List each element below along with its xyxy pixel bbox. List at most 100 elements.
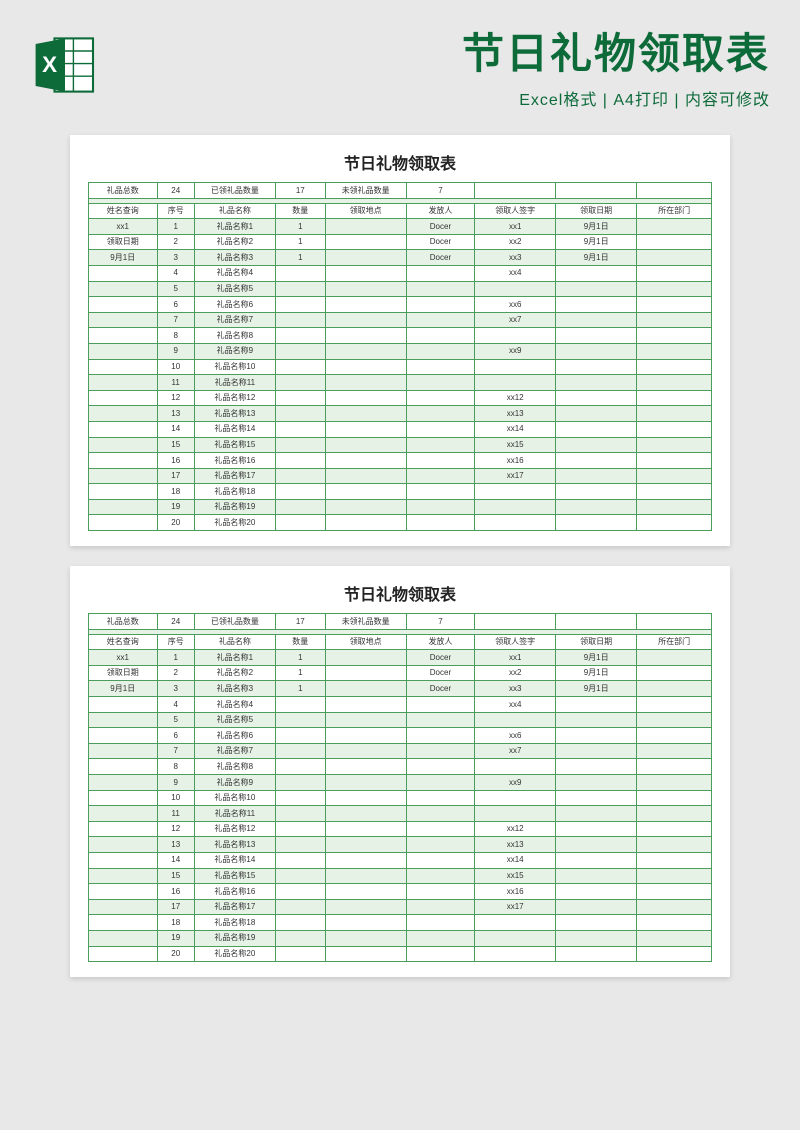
table-row: 17 礼品名称17 xx17 <box>89 468 712 484</box>
query-cell <box>89 821 158 837</box>
signer-cell <box>475 930 556 946</box>
date-cell <box>556 821 637 837</box>
qty-cell <box>275 712 325 728</box>
query-cell: xx1 <box>89 219 158 235</box>
seq-cell: 20 <box>157 946 194 962</box>
col-header-2: 数量 <box>275 634 325 650</box>
name-cell: 礼品名称14 <box>194 421 275 437</box>
query-cell <box>89 437 158 453</box>
query-cell: 9月1日 <box>89 250 158 266</box>
signer-cell: xx3 <box>475 250 556 266</box>
date-cell <box>556 775 637 791</box>
unreceived-label: 未领礼品数量 <box>325 183 406 199</box>
loc-cell <box>325 930 406 946</box>
signer-cell: xx13 <box>475 837 556 853</box>
total-value: 24 <box>157 614 194 630</box>
loc-cell <box>325 899 406 915</box>
table-row: 9月1日 3 礼品名称3 1 Docer xx3 9月1日 <box>89 250 712 266</box>
qty-cell <box>275 406 325 422</box>
seq-cell: 8 <box>157 328 194 344</box>
loc-cell <box>325 234 406 250</box>
query-cell <box>89 743 158 759</box>
qty-cell <box>275 328 325 344</box>
name-cell: 礼品名称17 <box>194 468 275 484</box>
dept-cell <box>637 697 712 713</box>
query-cell <box>89 930 158 946</box>
date-cell: 9月1日 <box>556 234 637 250</box>
issuer-cell <box>406 899 475 915</box>
issuer-cell <box>406 484 475 500</box>
table-row: 10 礼品名称10 <box>89 359 712 375</box>
dept-cell <box>637 743 712 759</box>
issuer-cell <box>406 281 475 297</box>
name-cell: 礼品名称16 <box>194 884 275 900</box>
date-cell: 9月1日 <box>556 250 637 266</box>
dept-cell <box>637 852 712 868</box>
col-header-4: 发放人 <box>406 203 475 219</box>
page-container: 节日礼物领取表 礼品总数 24 已领礼品数量 17 未领礼品数量 7 姓名查询序… <box>0 125 800 987</box>
signer-cell: xx2 <box>475 234 556 250</box>
table-row: 8 礼品名称8 <box>89 328 712 344</box>
seq-cell: 1 <box>157 650 194 666</box>
loc-cell <box>325 515 406 531</box>
col-header-6: 领取日期 <box>556 203 637 219</box>
date-cell <box>556 837 637 853</box>
seq-cell: 12 <box>157 390 194 406</box>
name-cell: 礼品名称18 <box>194 915 275 931</box>
issuer-cell <box>406 837 475 853</box>
name-cell: 礼品名称13 <box>194 837 275 853</box>
signer-cell: xx7 <box>475 743 556 759</box>
loc-cell <box>325 650 406 666</box>
name-cell: 礼品名称10 <box>194 790 275 806</box>
table-row: 19 礼品名称19 <box>89 930 712 946</box>
query-cell: xx1 <box>89 650 158 666</box>
qty-cell: 1 <box>275 681 325 697</box>
qty-cell <box>275 852 325 868</box>
query-cell <box>89 946 158 962</box>
date-cell <box>556 743 637 759</box>
table-row: 7 礼品名称7 xx7 <box>89 743 712 759</box>
date-cell <box>556 359 637 375</box>
seq-cell: 4 <box>157 697 194 713</box>
col-header-4: 发放人 <box>406 634 475 650</box>
name-cell: 礼品名称19 <box>194 930 275 946</box>
qty-cell <box>275 312 325 328</box>
table-row: 13 礼品名称13 xx13 <box>89 406 712 422</box>
seq-cell: 2 <box>157 234 194 250</box>
issuer-cell <box>406 312 475 328</box>
signer-cell: xx17 <box>475 899 556 915</box>
name-cell: 礼品名称2 <box>194 234 275 250</box>
qty-cell <box>275 515 325 531</box>
qty-cell <box>275 468 325 484</box>
signer-cell: xx14 <box>475 421 556 437</box>
issuer-cell <box>406 406 475 422</box>
query-cell <box>89 915 158 931</box>
name-cell: 礼品名称3 <box>194 250 275 266</box>
column-header-row: 姓名查询序号礼品名称数量领取地点发放人领取人签字领取日期所在部门 <box>89 203 712 219</box>
date-cell: 9月1日 <box>556 665 637 681</box>
issuer-cell <box>406 775 475 791</box>
seq-cell: 18 <box>157 484 194 500</box>
dept-cell <box>637 790 712 806</box>
name-cell: 礼品名称3 <box>194 681 275 697</box>
header-text: 节日礼物领取表 Excel格式 | A4打印 | 内容可修改 <box>115 20 770 110</box>
dept-cell <box>637 484 712 500</box>
table-row: 15 礼品名称15 xx15 <box>89 437 712 453</box>
loc-cell <box>325 743 406 759</box>
col-header-2: 数量 <box>275 203 325 219</box>
query-cell <box>89 837 158 853</box>
loc-cell <box>325 406 406 422</box>
name-cell: 礼品名称7 <box>194 743 275 759</box>
date-cell <box>556 915 637 931</box>
issuer-cell <box>406 743 475 759</box>
query-cell <box>89 697 158 713</box>
dept-cell <box>637 328 712 344</box>
loc-cell <box>325 775 406 791</box>
query-cell <box>89 884 158 900</box>
col-header-1: 礼品名称 <box>194 634 275 650</box>
issuer-cell <box>406 946 475 962</box>
seq-cell: 3 <box>157 250 194 266</box>
seq-cell: 3 <box>157 681 194 697</box>
qty-cell <box>275 453 325 469</box>
seq-cell: 14 <box>157 852 194 868</box>
